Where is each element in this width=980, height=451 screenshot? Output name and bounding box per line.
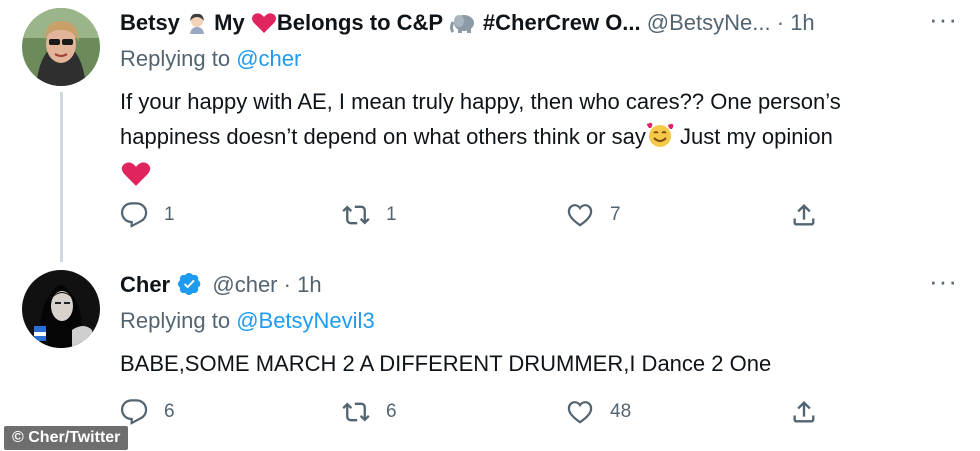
like-button[interactable]: 48: [566, 397, 631, 427]
heart-emoji: [120, 161, 152, 197]
retweet-button[interactable]: 1: [342, 200, 397, 230]
replying-to: Replying to @cher: [120, 46, 302, 71]
thread-line: [60, 92, 63, 262]
tweet-header: Betsy My Belongs to C&P #CherCrew O... @…: [120, 10, 920, 40]
tweet-actions: 6 6 48: [120, 397, 840, 427]
more-options-icon[interactable]: ···: [929, 266, 958, 297]
like-icon: [567, 401, 593, 424]
reply-mention-link[interactable]: @cher: [236, 46, 301, 71]
reply-button[interactable]: 1: [120, 200, 175, 230]
verified-badge-icon: [178, 273, 201, 295]
share-button[interactable]: [790, 397, 818, 427]
tweet-actions: 1 1 7: [120, 200, 840, 230]
more-options-icon[interactable]: ···: [929, 4, 958, 35]
reply-button[interactable]: 6: [120, 397, 175, 427]
tweet-text: BABE,SOME MARCH 2 A DIFFERENT DRUMMER,I …: [120, 351, 772, 376]
avatar[interactable]: [22, 270, 100, 348]
like-icon: [567, 204, 593, 227]
reply-count: 6: [164, 401, 175, 422]
user-handle[interactable]: @BetsyNe...: [647, 10, 771, 35]
tweet-text: If your happy with AE, I mean truly happ…: [120, 84, 940, 197]
share-icon: [793, 204, 815, 226]
tweet-cher[interactable]: Cher @cher · 1h ··· Replying to @BetsyNe…: [0, 262, 980, 451]
like-count: 7: [610, 204, 621, 225]
reply-mention-link[interactable]: @BetsyNevil3: [236, 308, 375, 333]
like-count: 48: [610, 401, 632, 422]
reply-icon: [120, 202, 148, 228]
retweet-icon: [342, 402, 370, 422]
retweet-button[interactable]: 6: [342, 397, 397, 427]
replying-to: Replying to @BetsyNevil3: [120, 308, 375, 333]
avatar[interactable]: [22, 8, 100, 86]
retweet-count: 1: [386, 204, 397, 225]
smiling-hearts-emoji: [646, 122, 674, 158]
timestamp[interactable]: 1h: [790, 10, 814, 35]
retweet-count: 6: [386, 401, 397, 422]
user-handle[interactable]: @cher: [212, 272, 277, 297]
heart-emoji: [251, 12, 277, 40]
tweet-betsy[interactable]: Betsy My Belongs to C&P #CherCrew O... @…: [0, 0, 980, 262]
display-name[interactable]: Cher: [120, 272, 170, 297]
timestamp[interactable]: 1h: [297, 272, 321, 297]
like-button[interactable]: 7: [566, 200, 621, 230]
display-name[interactable]: Betsy My Belongs to C&P #CherCrew O...: [120, 10, 647, 35]
share-button[interactable]: [790, 200, 818, 230]
reply-icon: [120, 399, 148, 425]
retweet-icon: [342, 205, 370, 225]
separator-dot: ·: [283, 272, 291, 297]
tweet-header: Cher @cher · 1h: [120, 272, 920, 302]
share-icon: [793, 401, 815, 423]
woman-emoji: [186, 12, 208, 40]
separator-dot: ·: [776, 10, 785, 35]
reply-count: 1: [164, 204, 175, 225]
image-credit: © Cher/Twitter: [4, 426, 129, 450]
elephant-emoji: [449, 12, 477, 40]
